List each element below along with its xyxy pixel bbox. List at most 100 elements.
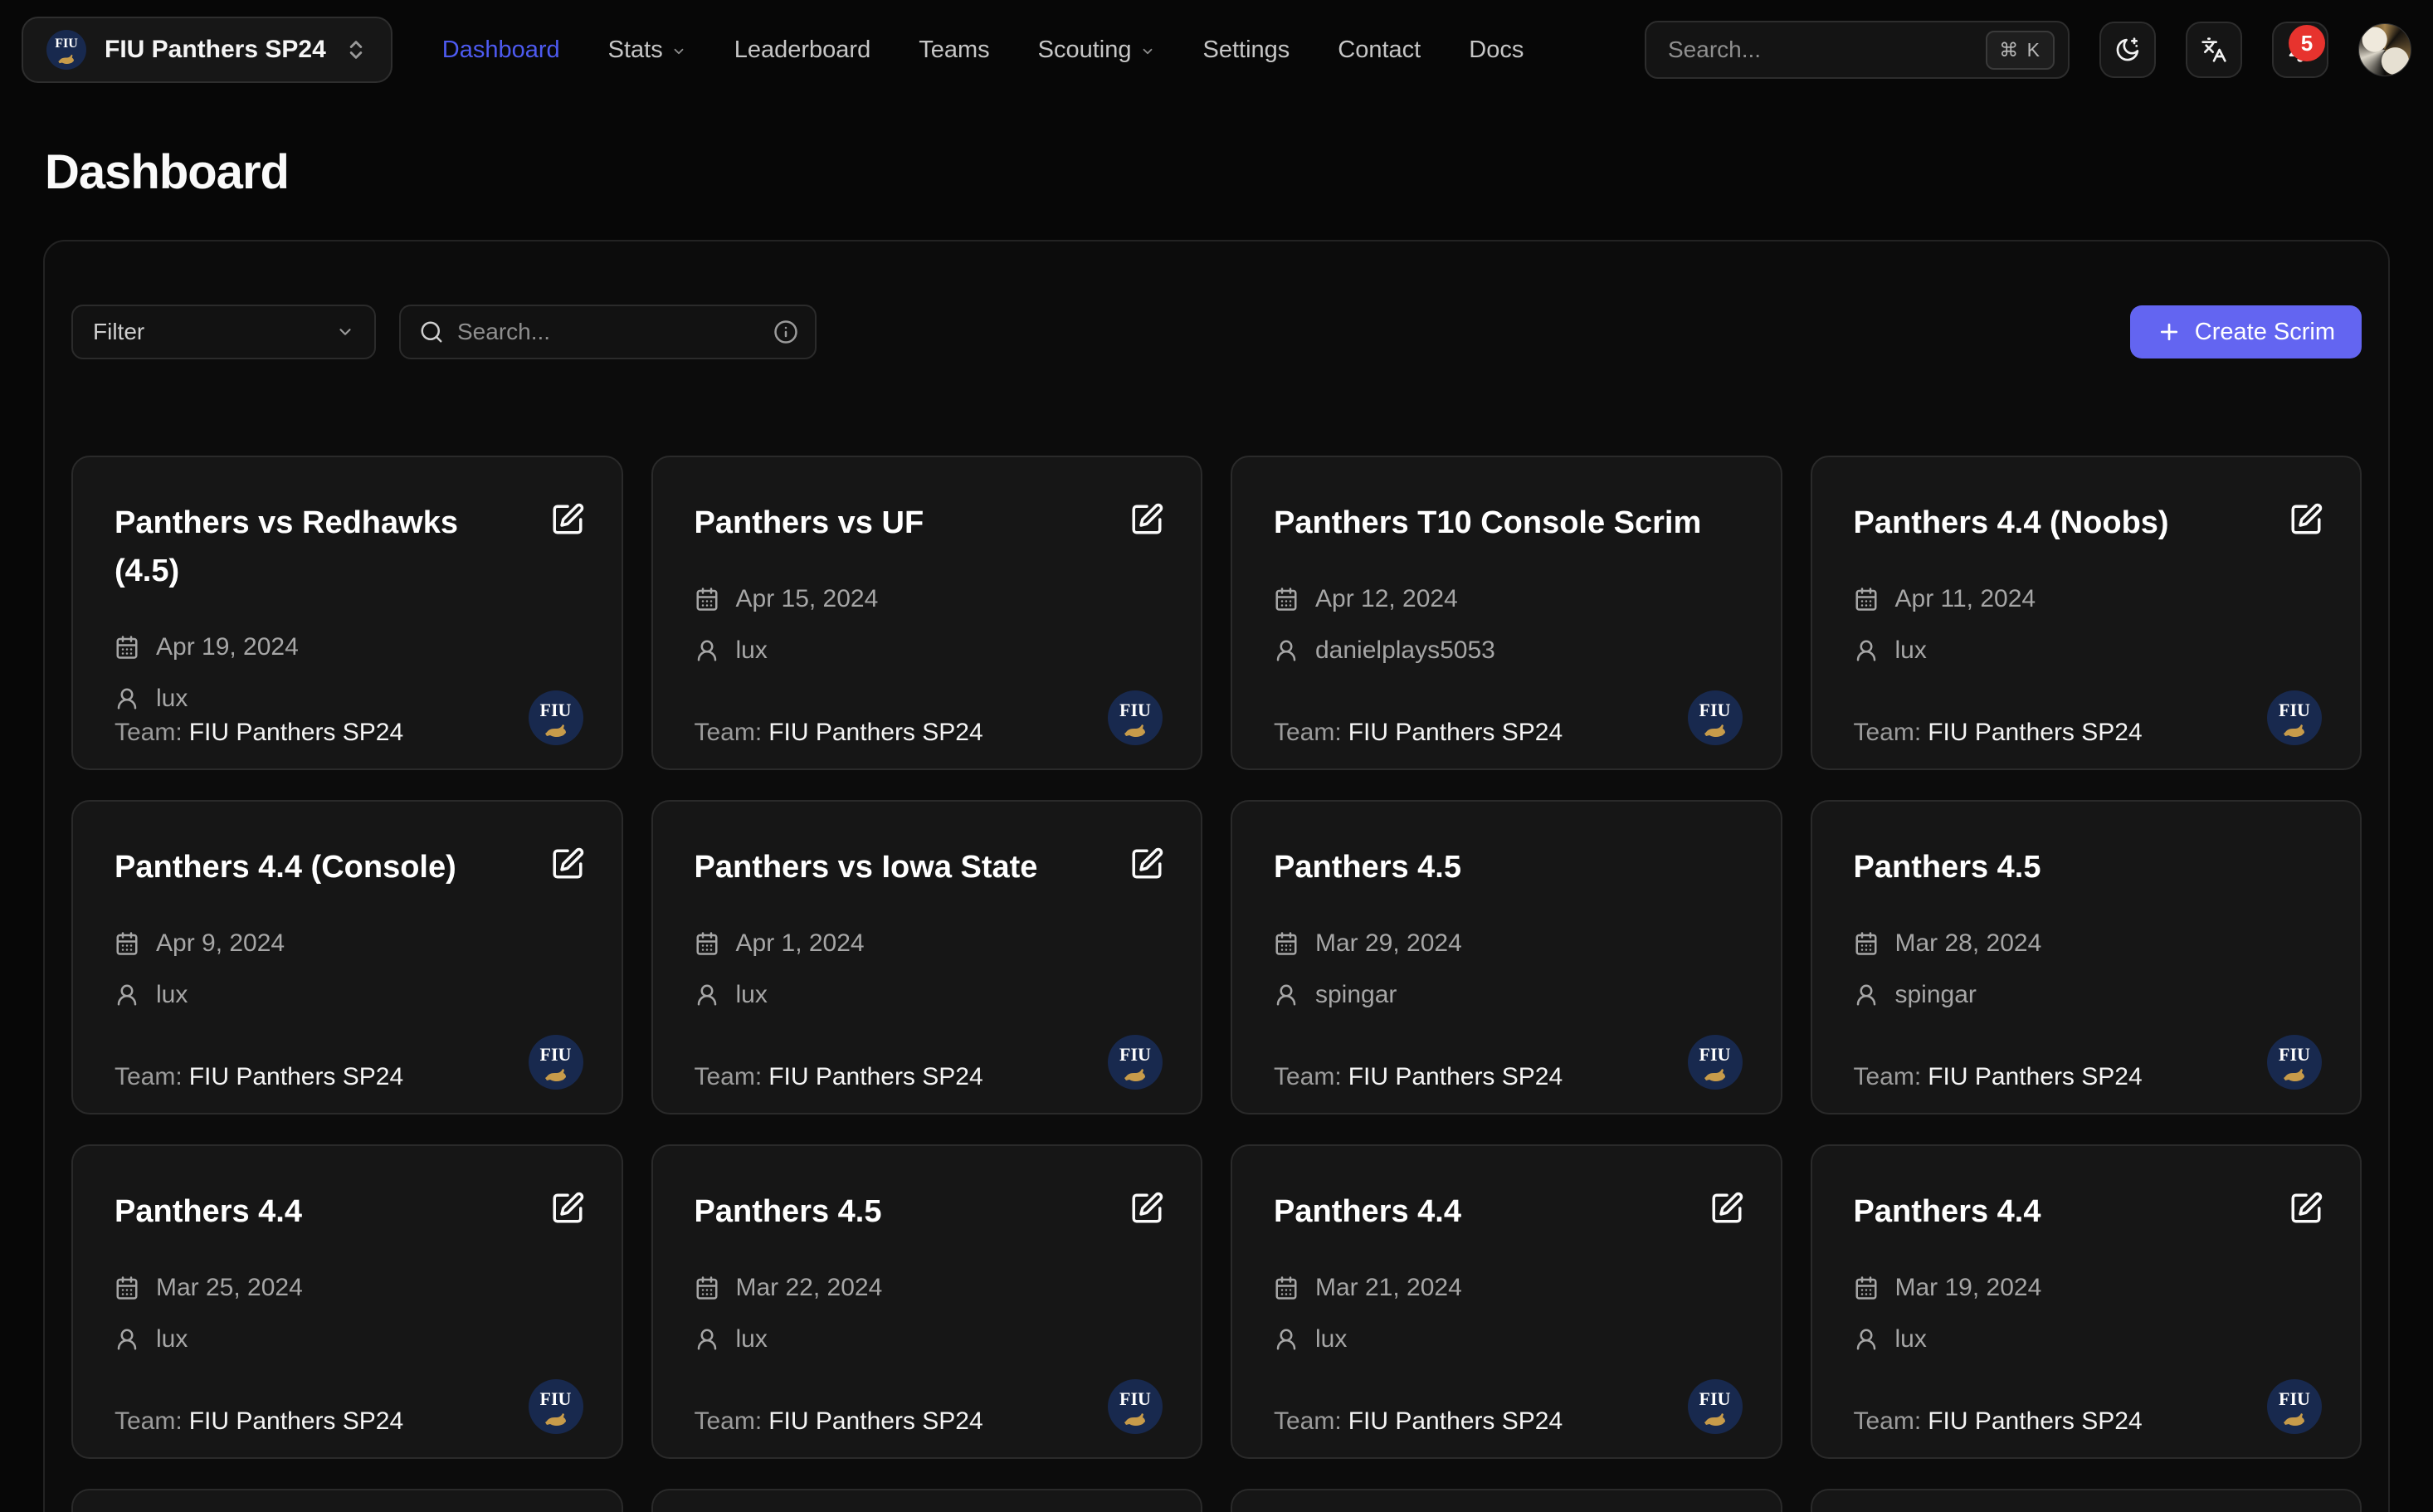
calendar-icon bbox=[695, 1275, 719, 1300]
team-logo: FIU bbox=[529, 690, 583, 745]
user-icon bbox=[1854, 638, 1879, 663]
moon-star-icon bbox=[2114, 37, 2141, 63]
team-label: Team: bbox=[115, 1407, 183, 1435]
scrim-date: Mar 29, 2024 bbox=[1315, 929, 1462, 958]
calendar-icon bbox=[1854, 587, 1879, 612]
nav-link-settings[interactable]: Settings bbox=[1203, 37, 1290, 64]
calendar-icon bbox=[115, 931, 139, 956]
team-logo: FIU bbox=[529, 1035, 583, 1090]
search-placeholder: Search... bbox=[457, 319, 550, 345]
team-logo: FIU bbox=[2267, 690, 2322, 745]
user-avatar[interactable] bbox=[2358, 23, 2411, 76]
user-icon bbox=[695, 983, 719, 1007]
top-nav: FIU FIU Panthers SP24 Dashboard Stats Le… bbox=[0, 0, 2433, 100]
team-label: Team: bbox=[115, 1063, 183, 1090]
filter-select[interactable]: Filter bbox=[71, 305, 376, 359]
scrim-owner: lux bbox=[156, 685, 188, 713]
edit-icon[interactable] bbox=[1709, 1191, 1744, 1226]
scrim-card[interactable]: Panthers vs Redhawks (4.5) Apr 19, 2024 … bbox=[71, 456, 623, 770]
calendar-icon bbox=[1274, 587, 1299, 612]
languages-icon bbox=[2201, 37, 2227, 63]
scrim-card[interactable]: Panthers 4.5 Mar 22, 2024 lux Team:FIU P… bbox=[651, 1144, 1203, 1459]
notification-count-badge: 5 bbox=[2289, 25, 2325, 61]
team-value: FIU Panthers SP24 bbox=[768, 1407, 982, 1435]
nav-link-scouting[interactable]: Scouting bbox=[1038, 37, 1155, 64]
scrim-search-input[interactable]: Search... bbox=[399, 305, 817, 359]
scrim-card[interactable]: Panthers vs UF Apr 15, 2024 lux Team:FIU… bbox=[651, 456, 1203, 770]
user-icon bbox=[1274, 983, 1299, 1007]
scrim-title: Panthers 4.4 bbox=[1274, 1188, 1481, 1236]
edit-icon[interactable] bbox=[1129, 1191, 1164, 1226]
team-value: FIU Panthers SP24 bbox=[1928, 719, 2142, 746]
theme-toggle-button[interactable] bbox=[2099, 22, 2156, 78]
team-value: FIU Panthers SP24 bbox=[189, 1407, 403, 1435]
create-scrim-button[interactable]: Create Scrim bbox=[2130, 305, 2362, 358]
scrim-card[interactable]: Panthers 4.4 Mar 19, 2024 lux Team:FIU P… bbox=[1811, 1144, 2362, 1459]
scrim-date: Mar 21, 2024 bbox=[1315, 1274, 1462, 1302]
scrim-owner: lux bbox=[1895, 1325, 1927, 1353]
nav-link-leaderboard[interactable]: Leaderboard bbox=[734, 37, 870, 64]
user-icon bbox=[1854, 1327, 1879, 1352]
global-search-input[interactable]: Search... ⌘ K bbox=[1645, 21, 2070, 79]
nav-links: Dashboard Stats Leaderboard Teams Scouti… bbox=[442, 37, 1524, 64]
scrim-title: Panthers T10 Console Scrim bbox=[1274, 499, 1721, 547]
edit-icon[interactable] bbox=[2289, 502, 2323, 537]
nav-link-teams[interactable]: Teams bbox=[919, 37, 989, 64]
scrim-title: Panthers 4.5 bbox=[695, 1188, 902, 1236]
scrim-date: Mar 19, 2024 bbox=[1895, 1274, 2042, 1302]
team-label: Team: bbox=[695, 1063, 763, 1090]
edit-icon[interactable] bbox=[550, 1191, 585, 1226]
scrim-owner: lux bbox=[736, 981, 768, 1009]
search-icon bbox=[419, 319, 444, 344]
team-logo: FIU bbox=[1688, 1035, 1743, 1090]
edit-icon[interactable] bbox=[550, 846, 585, 881]
plus-icon bbox=[2157, 319, 2182, 344]
scrim-owner: lux bbox=[1895, 637, 1927, 665]
scrim-card-partial bbox=[1811, 1489, 2362, 1512]
search-placeholder: Search... bbox=[1668, 37, 1761, 63]
calendar-icon bbox=[115, 635, 139, 660]
scrim-date: Apr 9, 2024 bbox=[156, 929, 285, 958]
user-icon bbox=[1274, 1327, 1299, 1352]
scrim-card[interactable]: Panthers 4.4 Mar 25, 2024 lux Team:FIU P… bbox=[71, 1144, 623, 1459]
team-logo: FIU bbox=[1688, 690, 1743, 745]
scrim-card[interactable]: Panthers 4.5 Mar 29, 2024 spingar Team:F… bbox=[1231, 800, 1782, 1114]
nav-link-contact[interactable]: Contact bbox=[1338, 37, 1421, 64]
scrim-title: Panthers 4.4 bbox=[115, 1188, 322, 1236]
calendar-icon bbox=[1274, 931, 1299, 956]
scrims-toolbar: Filter Search... Create Scrim bbox=[71, 305, 2362, 359]
team-logo: FIU bbox=[1108, 690, 1163, 745]
team-logo: FIU bbox=[46, 30, 86, 70]
edit-icon[interactable] bbox=[1129, 846, 1164, 881]
scrim-card-grid: Panthers vs Redhawks (4.5) Apr 19, 2024 … bbox=[71, 456, 2362, 1512]
scrim-card-partial bbox=[1231, 1489, 1782, 1512]
nav-link-stats[interactable]: Stats bbox=[608, 37, 686, 64]
scrim-date: Mar 28, 2024 bbox=[1895, 929, 2042, 958]
chevron-down-icon bbox=[671, 44, 686, 59]
team-label: Team: bbox=[1854, 1063, 1922, 1090]
scrim-date: Apr 12, 2024 bbox=[1315, 585, 1458, 613]
scrim-card[interactable]: Panthers 4.4 (Noobs) Apr 11, 2024 lux Te… bbox=[1811, 456, 2362, 770]
scrim-owner: lux bbox=[736, 637, 768, 665]
nav-link-dashboard[interactable]: Dashboard bbox=[442, 37, 560, 64]
team-logo: FIU bbox=[2267, 1379, 2322, 1434]
info-icon[interactable] bbox=[773, 319, 798, 344]
scrim-card[interactable]: Panthers 4.4 (Console) Apr 9, 2024 lux T… bbox=[71, 800, 623, 1114]
nav-link-docs[interactable]: Docs bbox=[1469, 37, 1524, 64]
scrim-card[interactable]: Panthers 4.5 Mar 28, 2024 spingar Team:F… bbox=[1811, 800, 2362, 1114]
notifications-button[interactable]: 5 bbox=[2272, 22, 2328, 78]
user-icon bbox=[1274, 638, 1299, 663]
scrim-card[interactable]: Panthers T10 Console Scrim Apr 12, 2024 … bbox=[1231, 456, 1782, 770]
team-selector[interactable]: FIU FIU Panthers SP24 bbox=[22, 17, 392, 83]
language-button[interactable] bbox=[2186, 22, 2242, 78]
scrim-card[interactable]: Panthers vs Iowa State Apr 1, 2024 lux T… bbox=[651, 800, 1203, 1114]
scrims-panel: Filter Search... Create Scrim Panthers v… bbox=[43, 240, 2390, 1512]
edit-icon[interactable] bbox=[2289, 1191, 2323, 1226]
page-title: Dashboard bbox=[45, 144, 2433, 200]
edit-icon[interactable] bbox=[550, 502, 585, 537]
keyboard-shortcut-badge: ⌘ K bbox=[1986, 31, 2055, 70]
scrim-card[interactable]: Panthers 4.4 Mar 21, 2024 lux Team:FIU P… bbox=[1231, 1144, 1782, 1459]
scrim-owner: lux bbox=[156, 1325, 188, 1353]
team-value: FIU Panthers SP24 bbox=[768, 719, 982, 746]
edit-icon[interactable] bbox=[1129, 502, 1164, 537]
